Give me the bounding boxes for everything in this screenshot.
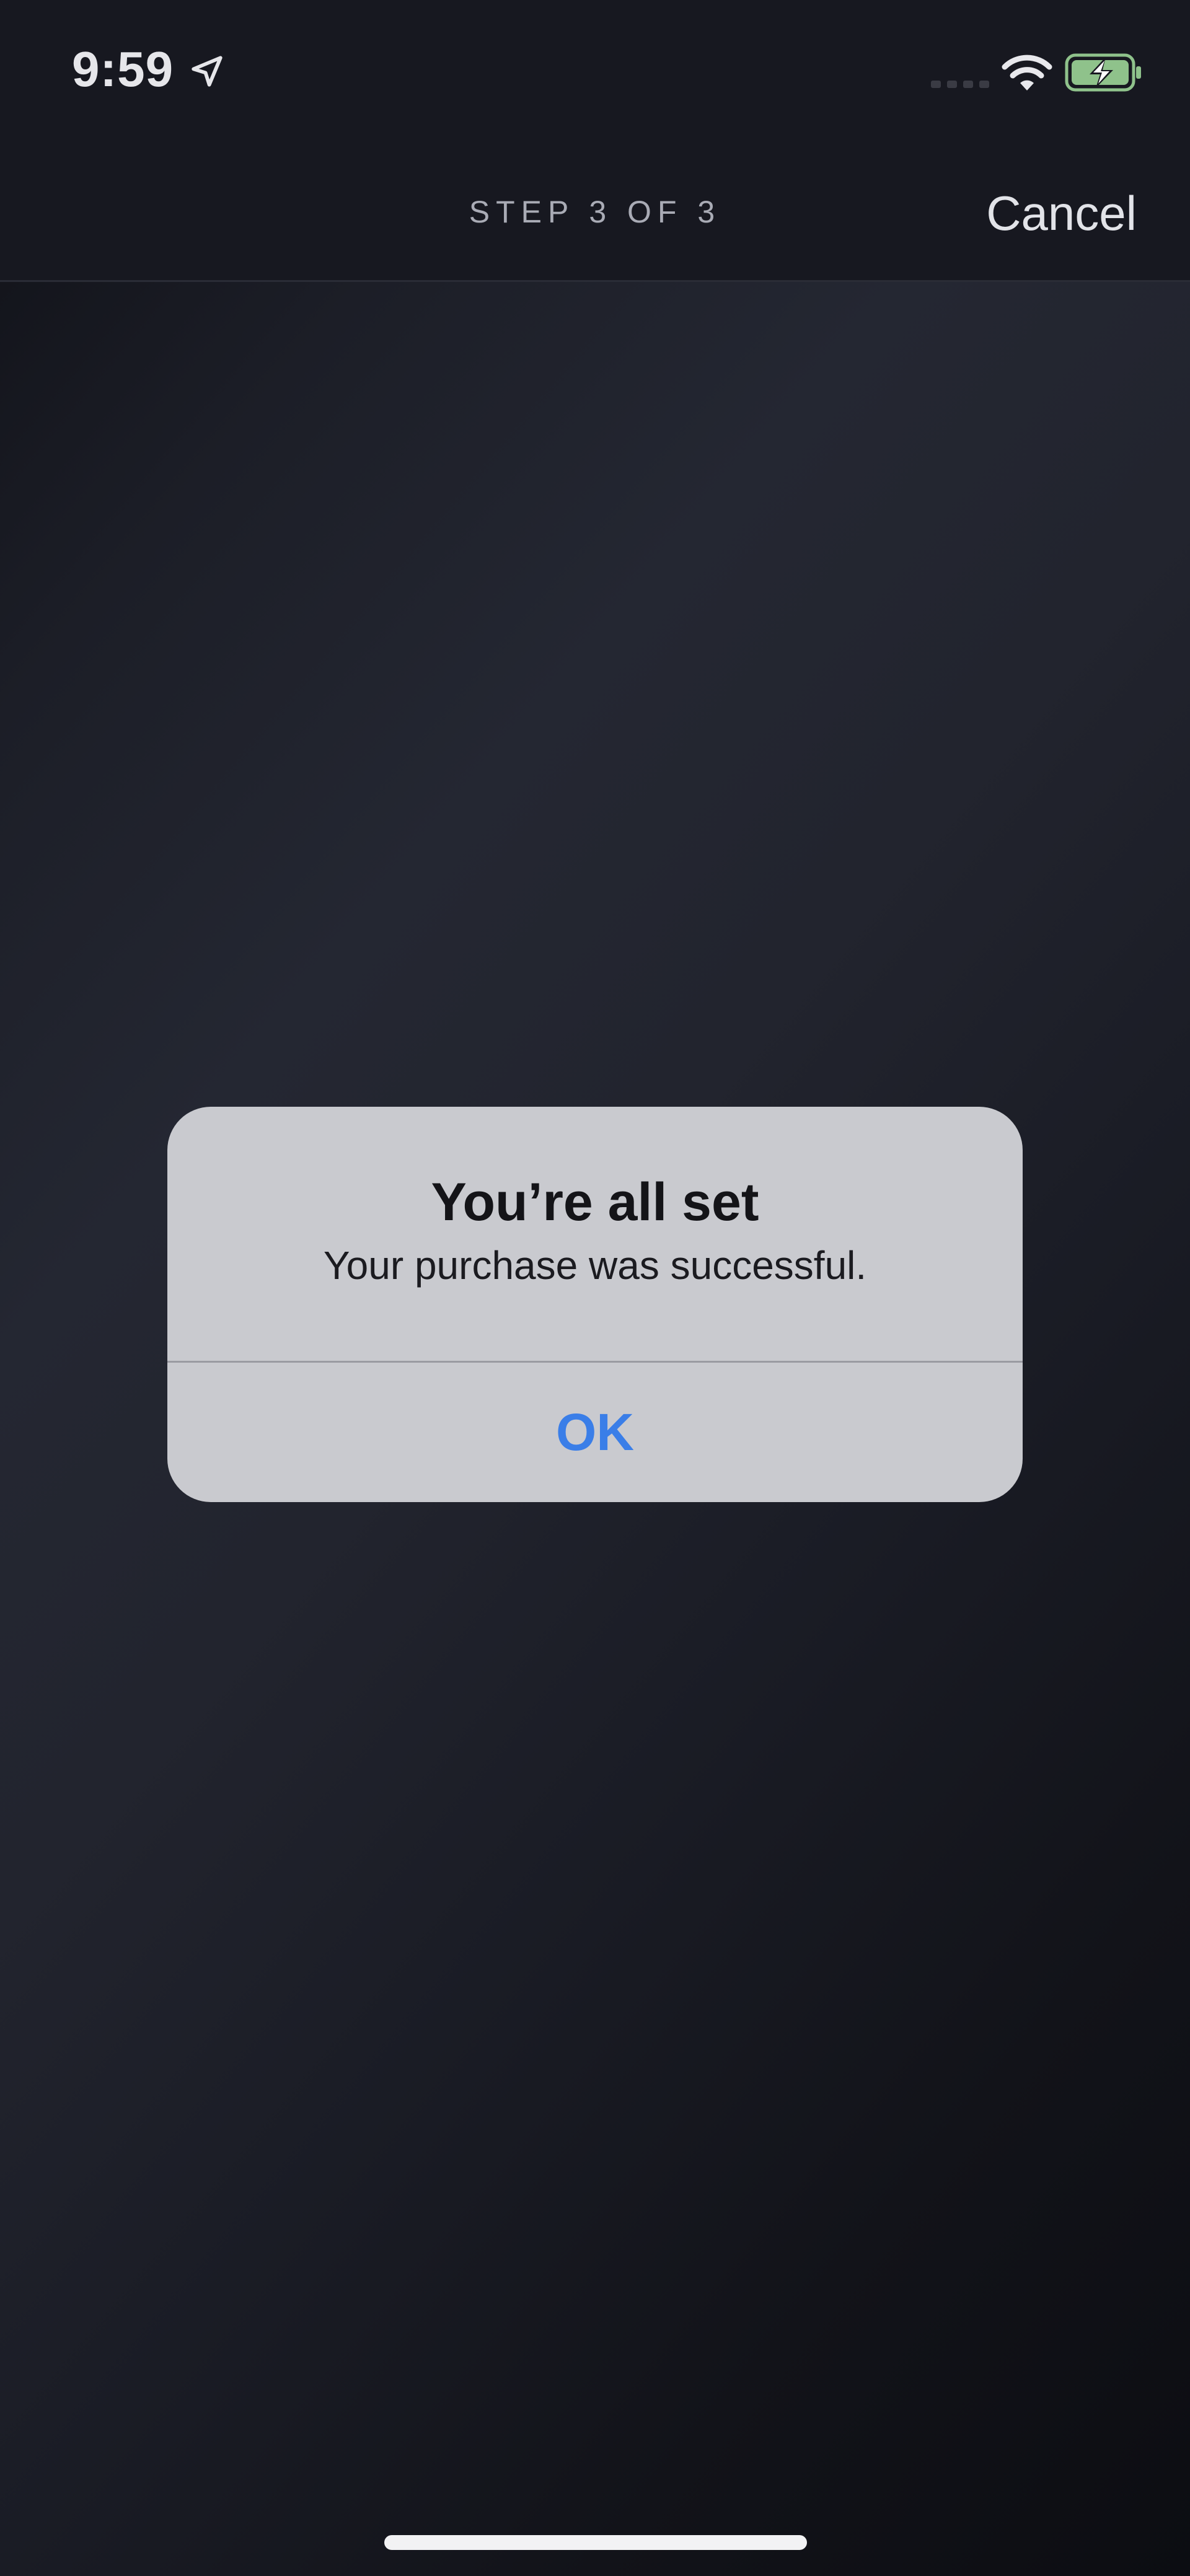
alert-title: You’re all set (431, 1172, 759, 1232)
location-arrow-icon (192, 56, 223, 87)
screen: 9:59 STEP 3 OF 3 Cancel You’re all set Y… (0, 0, 1190, 2576)
ok-button[interactable]: OK (167, 1363, 1023, 1502)
cellular-signal-icon (931, 81, 989, 88)
navigation-bar: STEP 3 OF 3 Cancel (0, 143, 1190, 282)
alert-message: Your purchase was successful. (323, 1243, 867, 1288)
battery-charging-icon (1065, 53, 1141, 92)
status-time: 9:59 (72, 42, 174, 97)
status-bar: 9:59 (0, 0, 1190, 143)
home-indicator[interactable] (384, 2535, 807, 2550)
alert-dialog: You’re all set Your purchase was success… (167, 1107, 1023, 1502)
cancel-button[interactable]: Cancel (986, 185, 1137, 242)
wifi-icon (1002, 55, 1052, 90)
